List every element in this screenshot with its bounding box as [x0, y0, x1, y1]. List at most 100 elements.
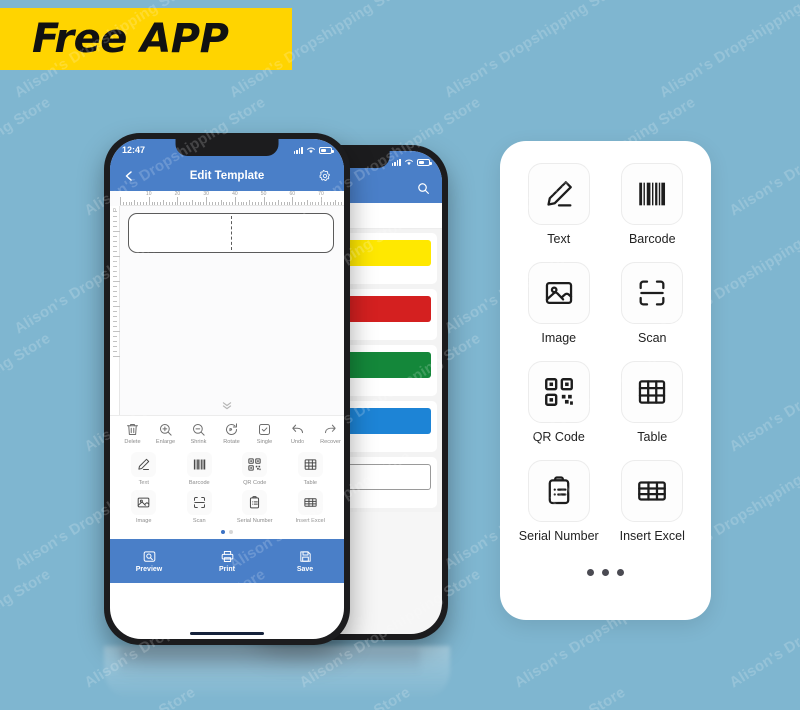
ruler-tick — [298, 202, 300, 205]
label-shape-object[interactable] — [128, 213, 334, 253]
nav-save[interactable]: Save — [266, 549, 344, 573]
table-icon — [297, 452, 323, 477]
ruler-tick — [323, 202, 325, 205]
insert-barcode[interactable]: Barcode — [172, 452, 228, 486]
ruler-tick — [113, 326, 117, 327]
banner-label: Free APP — [32, 16, 229, 62]
ruler-tick — [197, 202, 199, 205]
insert-qr-code[interactable]: QR Code — [227, 452, 283, 486]
ruler-tick — [113, 321, 117, 322]
feature-image[interactable]: Image — [518, 262, 600, 345]
ruler-tick — [309, 202, 311, 205]
watermark-text: Alison's Dropshipping Store — [656, 684, 800, 710]
nav-label: Print — [219, 566, 235, 573]
phone-reflection — [104, 646, 450, 700]
ruler-tick — [306, 200, 308, 205]
ruler-tick — [148, 197, 150, 205]
toolbar-action-label: Delete — [124, 439, 141, 445]
feature-barcode[interactable]: Barcode — [612, 163, 694, 246]
page-dot-1[interactable] — [221, 530, 225, 534]
chevron-double-down-icon[interactable] — [221, 401, 234, 413]
ruler-tick — [326, 202, 328, 205]
nav-label: Save — [296, 566, 314, 573]
spreadsheet-icon — [297, 490, 323, 515]
ruler-tick — [211, 202, 213, 205]
signal-bars-icon — [391, 158, 401, 166]
insert-serial-number[interactable]: Serial Number — [227, 490, 283, 524]
ruler-tick — [303, 202, 305, 205]
ruler-tick — [113, 341, 117, 342]
feature-panel: Text Barcode Image Scan QR Code Table Serial N… — [500, 141, 711, 620]
front-phone-screen: 12:47 Edit Template 10 20 30 40 50 60 70… — [110, 139, 344, 639]
nav-print[interactable]: Print — [188, 549, 266, 573]
toolbar-action-recover[interactable]: Recover — [314, 422, 344, 445]
front-appbar-title: Edit Template — [189, 170, 265, 182]
insert-label: Scan — [192, 518, 206, 524]
feature-pager-dot[interactable] — [587, 569, 594, 576]
toolbar-action-undo[interactable]: Undo — [281, 422, 314, 445]
ruler-tick — [131, 202, 133, 205]
ruler-tick — [226, 202, 228, 205]
watermark-text: Alison's Dropshipping Store — [0, 329, 54, 456]
toolbar-actions-row: Delete Enlarge Shrink Rotate Single Undo Recov… — [110, 416, 344, 449]
gear-icon[interactable] — [316, 167, 334, 185]
feature-pager-dots[interactable] — [518, 569, 693, 576]
ruler-tick — [113, 351, 117, 352]
feature-serial-number[interactable]: Serial Number — [518, 460, 600, 543]
toolbar-action-shrink[interactable]: Shrink — [182, 422, 215, 445]
feature-label: QR Code — [532, 430, 585, 444]
toolbar-action-delete[interactable]: Delete — [116, 422, 149, 445]
insert-image[interactable]: Image — [116, 490, 172, 524]
feature-pager-dot[interactable] — [602, 569, 609, 576]
feature-table[interactable]: Table — [612, 361, 694, 444]
chevron-left-icon[interactable] — [120, 167, 138, 185]
toolbar-action-enlarge[interactable]: Enlarge — [149, 422, 182, 445]
feature-text[interactable]: Text — [518, 163, 600, 246]
ruler-tick — [246, 202, 248, 205]
preview-icon — [142, 549, 157, 564]
insert-insert-excel[interactable]: Insert Excel — [283, 490, 339, 524]
toolbar-action-single[interactable]: Single — [248, 422, 281, 445]
page-dot-2[interactable] — [229, 530, 233, 534]
feature-grid: Text Barcode Image Scan QR Code Table Serial N… — [518, 163, 693, 543]
redo-arrow-icon — [323, 422, 338, 437]
checkbox-icon — [257, 422, 272, 437]
ruler-tick — [214, 202, 216, 205]
feature-pager-dot[interactable] — [617, 569, 624, 576]
toolbar-action-label: Recover — [320, 439, 341, 445]
toolbar-action-rotate[interactable]: Rotate — [215, 422, 248, 445]
ruler-tick — [194, 202, 196, 205]
toolbar-page-dots[interactable] — [110, 526, 344, 539]
watermark-text: Alison's Dropshipping Store — [441, 0, 629, 102]
ruler-tick — [171, 202, 173, 205]
ruler-tick — [217, 202, 219, 205]
nav-preview[interactable]: Preview — [110, 549, 188, 573]
ruler-tick — [315, 202, 317, 205]
image-icon — [131, 490, 157, 515]
bottom-nav: Preview Print Save — [110, 539, 344, 583]
battery-icon — [417, 158, 432, 166]
watermark-text: Alison's Dropshipping Store — [0, 93, 54, 220]
feature-qr-code[interactable]: QR Code — [518, 361, 600, 444]
scan-icon — [621, 262, 684, 324]
ruler-tick — [113, 281, 120, 282]
editor-toolbar: Delete Enlarge Shrink Rotate Single Undo Recov… — [110, 415, 344, 539]
insert-scan[interactable]: Scan — [172, 490, 228, 524]
ruler-tick — [180, 202, 182, 205]
template-canvas[interactable]: 10 20 30 40 50 60 70 0 — [110, 191, 344, 415]
ruler-tick — [312, 202, 314, 205]
ruler-tick — [188, 202, 190, 205]
insert-table[interactable]: Table — [283, 452, 339, 486]
watermark-text: Alison's Dropshipping Store — [726, 566, 800, 692]
search-icon[interactable] — [414, 179, 432, 197]
ruler-tick — [140, 202, 142, 205]
ruler-tick-label: 50 — [260, 191, 267, 197]
ruler-tick — [154, 202, 156, 205]
feature-insert-excel[interactable]: Insert Excel — [612, 460, 694, 543]
insert-text[interactable]: Text — [116, 452, 172, 486]
ruler-tick-label: 20 — [174, 191, 181, 197]
feature-scan[interactable]: Scan — [612, 262, 694, 345]
watermark-text: Alison's Dropshipping Store — [656, 0, 800, 102]
ruler-tick — [113, 306, 120, 307]
zoom-out-icon — [191, 422, 206, 437]
